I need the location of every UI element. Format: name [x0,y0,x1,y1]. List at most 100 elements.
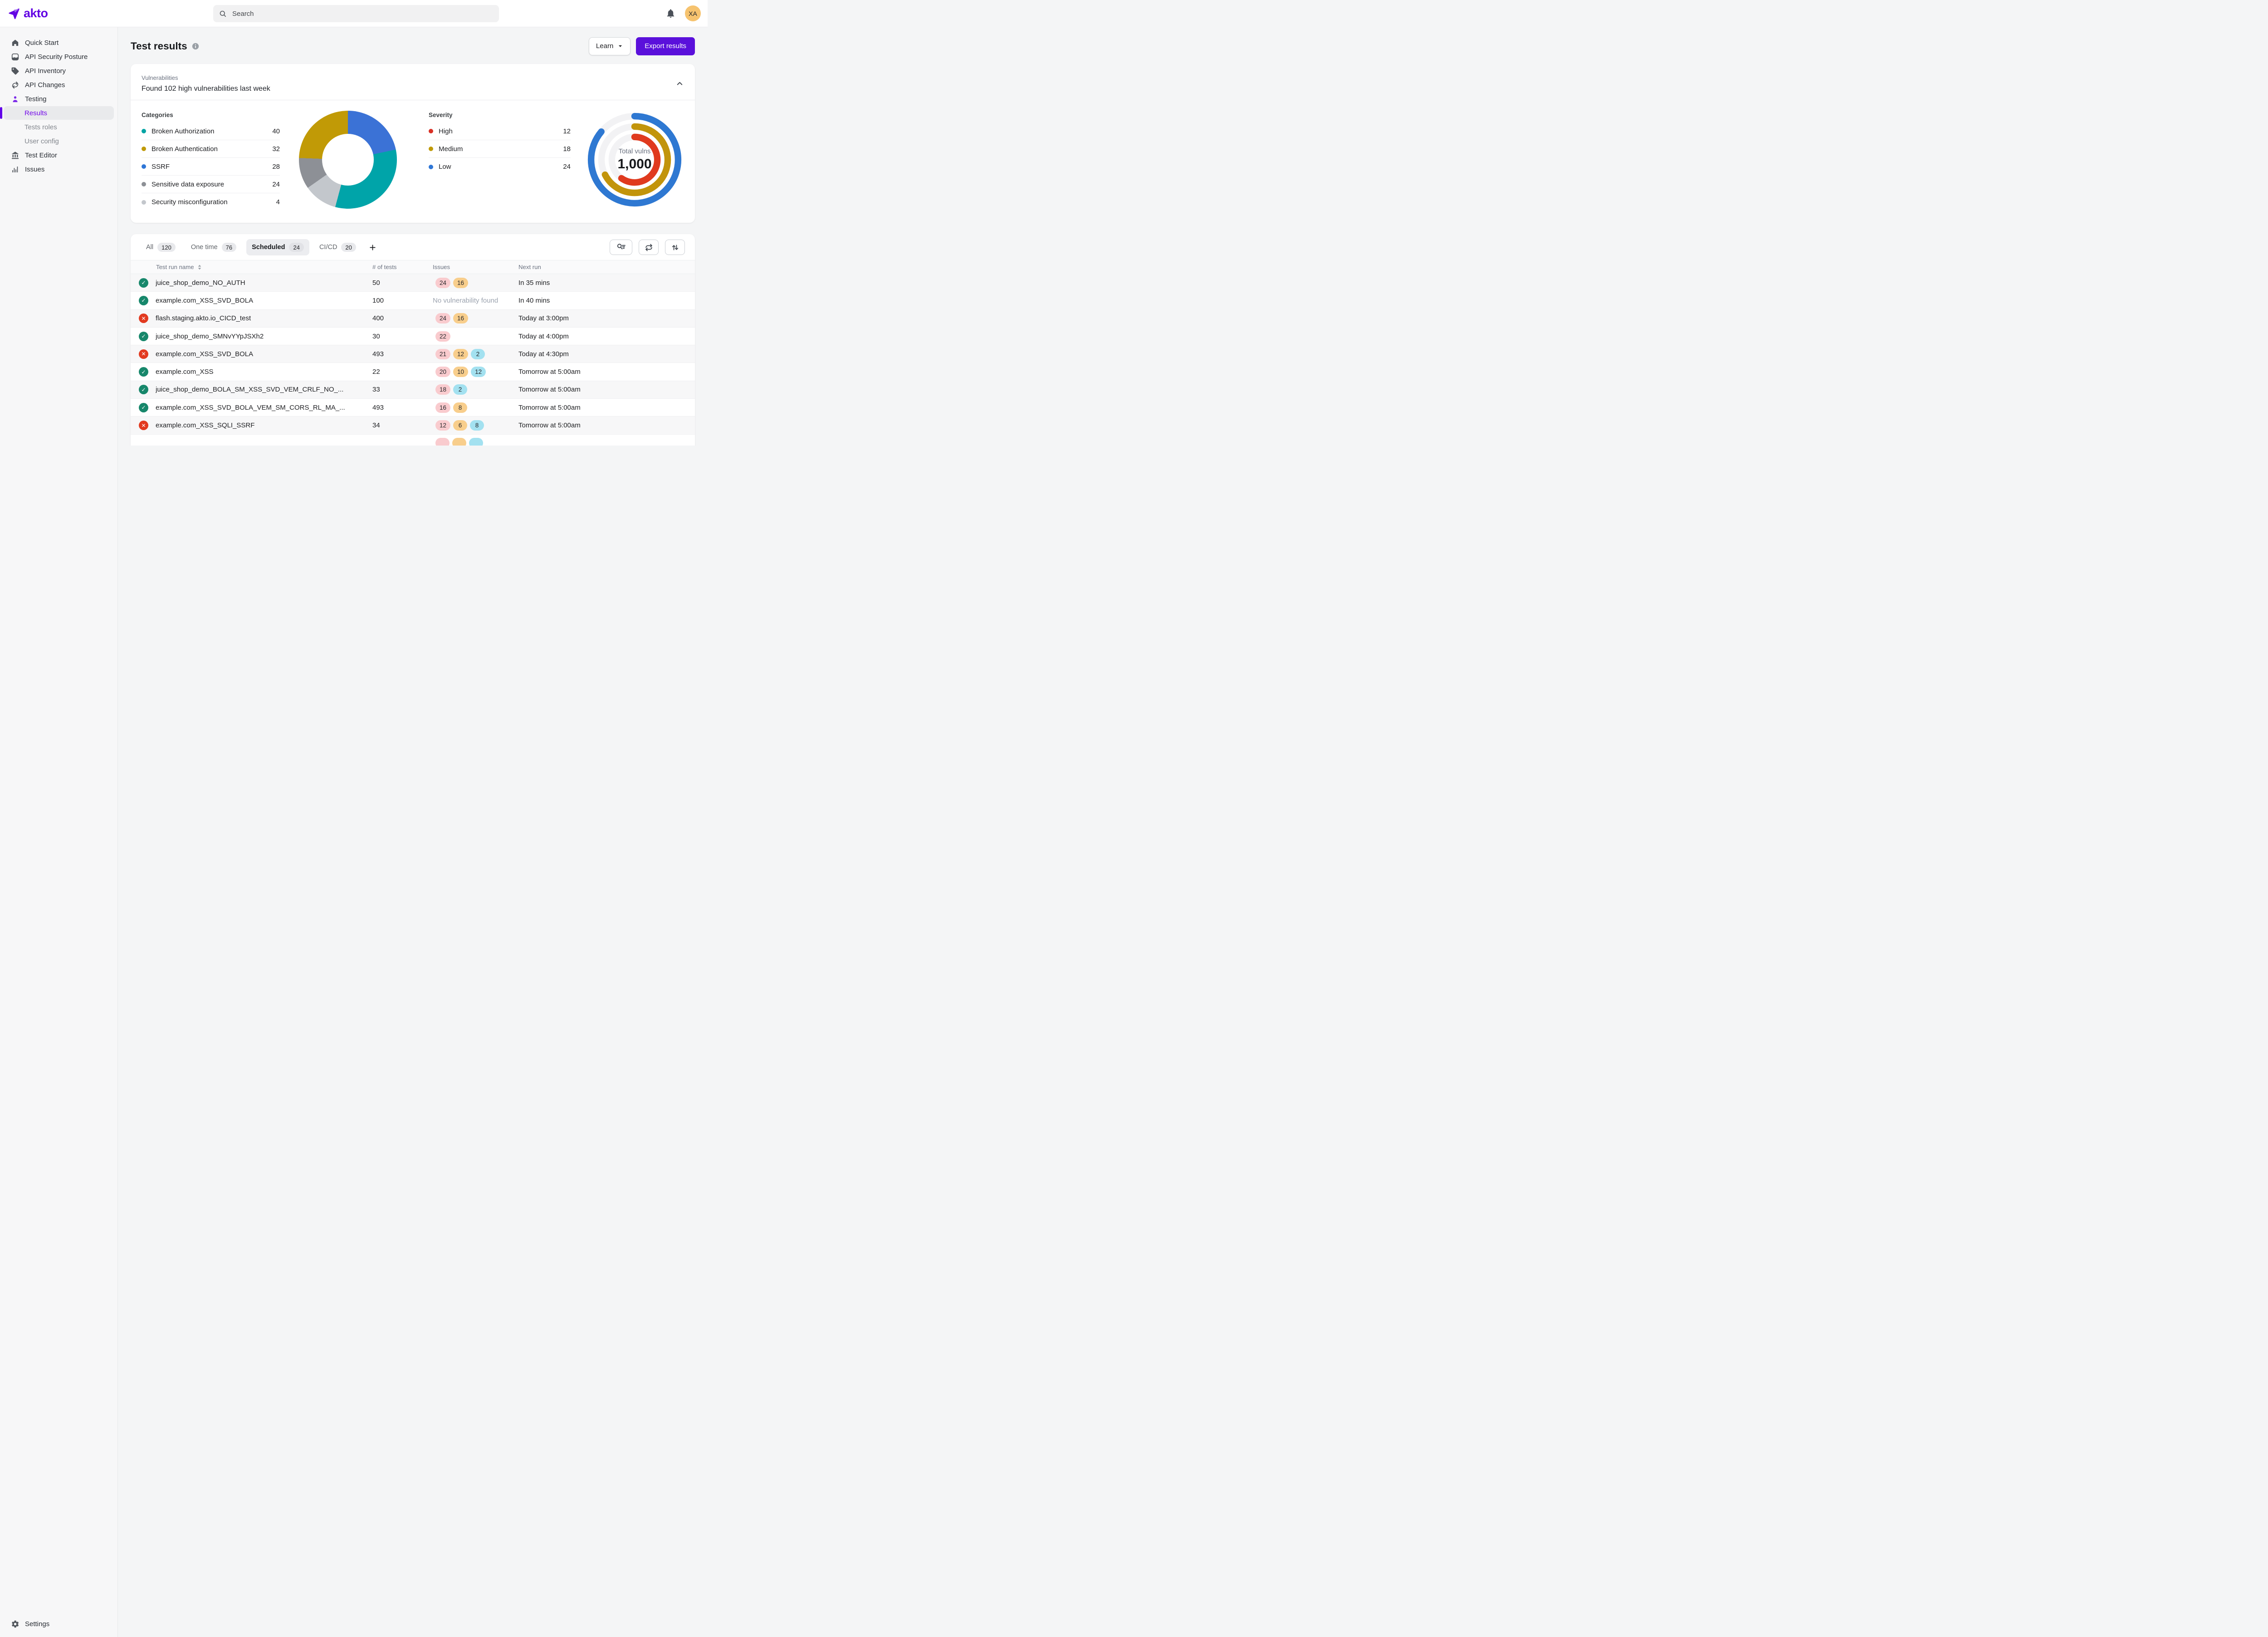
bell-icon [665,8,676,19]
notifications-button[interactable] [665,8,676,19]
table-sort-button[interactable] [665,240,685,255]
test-run-name: example.com_XSS_SQLI_SSRF [156,422,254,429]
status-icon [139,367,148,377]
tab-label: All [146,244,153,251]
tab-count-badge: 76 [222,243,236,252]
plus-icon [369,244,376,251]
test-run-name: juice_shop_demo_SMNvYYpJSXh2 [156,333,264,340]
total-vulns-label: Total vulns [619,147,651,155]
app-logo[interactable]: akto [0,7,118,20]
sidebar-item[interactable]: Results [4,106,114,120]
num-tests: 30 [372,333,433,340]
status-icon [139,332,148,341]
info-icon[interactable] [191,42,200,50]
add-tab-button[interactable] [366,241,379,254]
sidebar-item-label: API Security Posture [25,53,88,61]
tab[interactable]: One time 76 [186,239,242,255]
issue-count-badge: 2 [471,349,485,359]
paper-plane-logo-icon [8,7,20,20]
next-run: In 40 mins [518,297,695,304]
issue-count-badge: 22 [435,331,450,342]
table-row[interactable]: juice_shop_demo_BOLA_SM_XSS_SVD_VEM_CRLF… [131,381,695,399]
sidebar-item-settings[interactable]: Settings [4,1617,114,1631]
column-num-tests: # of tests [372,264,433,270]
column-next-run: Next run [518,264,695,270]
issue-count-badge: 21 [435,349,450,359]
sidebar-item-icon [11,95,20,103]
severity-color-dot [429,129,433,133]
sidebar-item[interactable]: Tests roles [4,120,114,134]
sidebar-item-label: Quick Start [25,39,59,47]
sidebar-item[interactable]: Quick Start [4,36,114,49]
issue-count-badge: 20 [435,367,450,377]
num-tests: 34 [372,422,433,429]
donut-hole [322,134,374,186]
next-run: Tomorrow at 5:00am [518,386,695,393]
table-row[interactable]: example.com_XSS_SVD_BOLA_VEM_SM_CORS_RL_… [131,399,695,417]
issue-count-badge: 16 [453,278,468,288]
sidebar-item[interactable]: API Changes [4,78,114,92]
sidebar-item[interactable]: User config [4,134,114,148]
categories-donut-chart [299,111,397,209]
topbar: akto XA [0,0,708,27]
table-row[interactable]: example.com_XSS_SVD_BOLA 493 21122 Today… [131,345,695,363]
issue-count-badge: 12 [471,367,486,377]
next-run: Today at 3:00pm [518,314,695,322]
issue-count-badge: 12 [453,349,468,359]
table-row[interactable]: example.com_XSS_SVD_BOLA 100 No vulnerab… [131,292,695,309]
column-sort-control[interactable] [197,264,202,270]
sidebar-item-label: Tests roles [24,123,57,131]
learn-label: Learn [596,42,613,50]
table-row[interactable]: flash.staging.akto.io_CICD_test 400 2416… [131,310,695,328]
tab[interactable]: Scheduled 24 [246,239,309,255]
global-search[interactable] [213,5,499,22]
gear-icon [11,1620,20,1628]
sidebar-item-icon [11,53,20,61]
category-row: Broken Authorization 40 [142,123,280,140]
sidebar-item[interactable]: API Security Posture [4,50,114,64]
category-value: 40 [272,127,280,135]
sort-arrows-icon [671,243,679,252]
table-refresh-button[interactable] [639,240,659,255]
sidebar-item-label: Results [24,109,47,117]
next-run: Tomorrow at 5:00am [518,404,695,412]
sidebar-item-icon [11,151,20,160]
status-icon [139,314,148,323]
export-results-button[interactable]: Export results [636,37,695,55]
issue-count-badge: 2 [453,384,467,395]
status-icon [139,385,148,394]
tabs-row: All 120 One time 76 Scheduled 24 CI/CD 2… [131,234,695,260]
category-row: Sensitive data exposure 24 [142,176,280,193]
table-row[interactable]: juice_shop_demo_SMNvYYpJSXh2 30 22 Today… [131,328,695,345]
table-search-filter-button[interactable] [610,240,632,255]
vulnerabilities-card: Vulnerabilities Found 102 high vulnerabi… [131,64,695,223]
issue-count-badge: 16 [435,402,450,413]
category-row: Security misconfiguration 4 [142,193,280,211]
table-row[interactable]: example.com_XSS 22 201012 Tomorrow at 5:… [131,363,695,381]
sidebar-item[interactable]: Test Editor [4,148,114,162]
categories-block: Categories Broken Authorization 40 Broke… [142,108,280,211]
learn-button[interactable]: Learn [589,37,631,55]
tab[interactable]: CI/CD 20 [314,239,362,255]
main-content: Test results Learn Export results Vulner… [118,27,708,446]
tab[interactable]: All 120 [141,239,181,255]
chevron-up-icon [675,79,684,88]
issue-count-badge: 12 [435,420,450,431]
table-row[interactable] [131,435,695,446]
severity-name: High [439,127,453,135]
search-filter-icon [616,243,626,252]
issue-count-badge: 8 [470,420,484,431]
avatar[interactable]: XA [685,5,701,21]
tab-label: CI/CD [319,244,337,251]
collapse-card-button[interactable] [675,78,685,89]
sidebar-item[interactable]: Issues [4,162,114,176]
page-title: Test results [131,40,187,52]
sidebar-item[interactable]: Testing [4,92,114,106]
severity-value: 24 [563,163,571,171]
test-run-name: juice_shop_demo_BOLA_SM_XSS_SVD_VEM_CRLF… [156,386,343,393]
table-row[interactable]: juice_shop_demo_NO_AUTH 50 2416 In 35 mi… [131,274,695,292]
sidebar-item[interactable]: API Inventory [4,64,114,78]
column-issues: Issues [433,264,518,270]
search-input[interactable] [231,10,494,18]
table-row[interactable]: example.com_XSS_SQLI_SSRF 34 1268 Tomorr… [131,417,695,434]
